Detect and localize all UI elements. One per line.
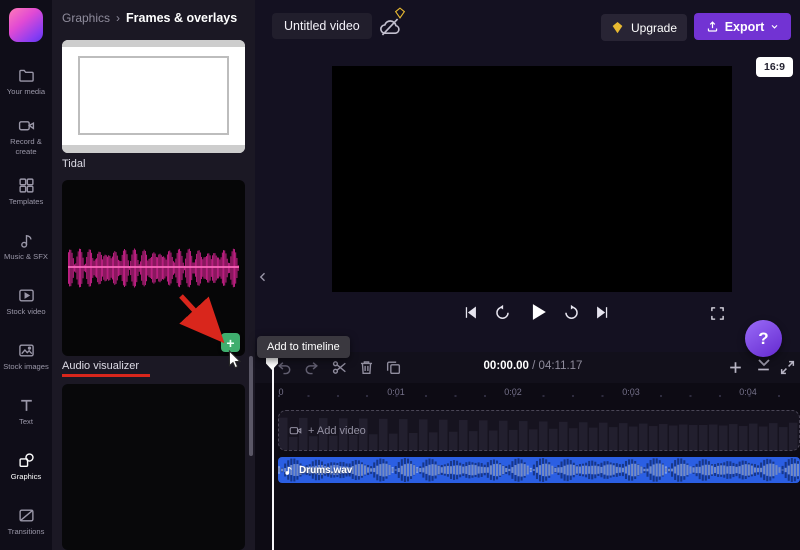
asset-card-label: Audio visualizer <box>62 360 140 372</box>
audio-clip-meta: Drums.wav <box>284 457 352 483</box>
breadcrumb-parent[interactable]: Graphics <box>62 11 110 25</box>
help-collapse-chevron[interactable] <box>756 358 772 370</box>
ruler-minor-ticks <box>278 395 790 397</box>
annotation-arrow <box>179 294 225 344</box>
diamond-icon <box>611 21 624 34</box>
project-title-input[interactable]: Untitled video <box>272 13 372 39</box>
ruler-tick: 0:02 <box>504 387 522 397</box>
skip-to-start-button[interactable] <box>462 304 479 321</box>
total-time: 04:11.17 <box>538 360 583 372</box>
sidebar-item-text[interactable]: Text <box>0 384 52 439</box>
audio-visualizer-preview <box>68 245 239 291</box>
ruler-tick: 0:03 <box>622 387 640 397</box>
audio-clip-drums[interactable]: Drums.wav <box>278 457 800 483</box>
video-preview[interactable] <box>332 66 732 292</box>
jump-forward-button[interactable] <box>563 304 580 321</box>
sidebar-item-label: Your media <box>6 86 46 96</box>
skip-to-end-button[interactable] <box>594 304 611 321</box>
sidebar-item-label: Record & create <box>10 137 42 156</box>
aspect-ratio-badge[interactable]: 16:9 <box>756 57 793 77</box>
sidebar-item-stock-video[interactable]: Stock video <box>0 274 52 329</box>
panel-scrollbar[interactable] <box>249 356 253 456</box>
play-button[interactable] <box>527 301 549 323</box>
folder-icon <box>18 67 35 84</box>
templates-grid-icon <box>18 177 35 194</box>
tooltip: Add to timeline <box>257 336 350 358</box>
add-video-text: + Add video <box>308 424 366 437</box>
playhead-line <box>272 352 274 550</box>
ruler-tick: 0:01 <box>387 387 405 397</box>
fullscreen-icon[interactable] <box>710 306 725 321</box>
timeline-timecode: 00:00.00 / 04:11.17 <box>430 360 636 372</box>
export-label: Export <box>724 19 765 34</box>
sidebar-item-record-create[interactable]: Record & create <box>0 109 52 164</box>
upgrade-button[interactable]: Upgrade <box>601 14 687 41</box>
sidebar-item-label: Stock video <box>6 306 46 316</box>
sidebar-item-stock-images[interactable]: Stock images <box>0 329 52 384</box>
add-video-label-row: + Add video <box>289 411 366 450</box>
collapse-panel-button[interactable] <box>255 262 270 292</box>
sidebar-item-label: Templates <box>8 196 44 206</box>
video-editor-app: Your media Record & create Templates Mus… <box>0 0 800 550</box>
chevron-left-icon <box>259 272 265 282</box>
jump-back-button[interactable] <box>494 304 511 321</box>
annotation-underline <box>62 374 150 377</box>
premium-diamond-icon <box>394 7 406 19</box>
app-logo[interactable] <box>9 8 43 42</box>
export-button[interactable]: Export <box>694 13 791 40</box>
sidebar-item-label: Music & SFX <box>4 251 48 261</box>
sidebar-item-transitions[interactable]: Transitions <box>0 494 52 549</box>
breadcrumb: Graphics › Frames & overlays <box>62 11 237 25</box>
current-time: 00:00.00 <box>483 360 529 372</box>
frame-preview-inner <box>78 56 229 135</box>
duplicate-button[interactable] <box>385 359 402 376</box>
sidebar-item-music-sfx[interactable]: Music & SFX <box>0 219 52 274</box>
split-scissors-button[interactable] <box>331 359 348 376</box>
music-note-icon <box>284 465 294 476</box>
sidebar-item-label: Stock images <box>3 361 49 371</box>
ruler-tick: 0:04 <box>739 387 757 397</box>
undo-button[interactable] <box>276 359 293 376</box>
sidebar-item-graphics[interactable]: Graphics <box>0 439 52 494</box>
frame-preview-strip <box>62 40 245 47</box>
stock-video-icon <box>18 287 35 304</box>
ruler-tick: 0 <box>278 387 284 397</box>
sidebar-item-label: Transitions <box>7 526 45 536</box>
stock-image-icon <box>18 342 35 359</box>
audio-waveform-highlight <box>278 458 800 482</box>
sidebar-item-your-media[interactable]: Your media <box>0 54 52 109</box>
time-separator: / <box>532 360 536 372</box>
add-video-icon <box>289 424 302 437</box>
upgrade-label: Upgrade <box>630 20 678 35</box>
video-track-placeholder[interactable]: + Add video <box>278 410 800 451</box>
asset-card-tidal[interactable] <box>62 40 245 153</box>
zoom-fit-button[interactable] <box>779 359 796 376</box>
shapes-icon <box>18 452 35 469</box>
frame-preview-strip <box>62 145 245 153</box>
camera-icon <box>18 117 35 134</box>
sidebar-item-templates[interactable]: Templates <box>0 164 52 219</box>
autosave-off-icon[interactable] <box>379 16 401 38</box>
sidebar-item-label: Graphics <box>10 471 42 481</box>
export-upload-icon <box>706 20 719 33</box>
redo-button[interactable] <box>303 359 320 376</box>
transitions-icon <box>18 507 35 524</box>
sidebar-nav: Your media Record & create Templates Mus… <box>0 54 52 549</box>
asset-card-label: Tidal <box>62 158 86 170</box>
mouse-cursor <box>227 350 243 370</box>
music-note-icon <box>18 232 35 249</box>
sidebar-item-label: Text <box>19 416 33 426</box>
breadcrumb-current: Frames & overlays <box>126 11 238 25</box>
text-icon <box>18 397 35 414</box>
help-button[interactable]: ? <box>745 320 782 357</box>
zoom-in-button[interactable] <box>727 359 744 376</box>
asset-card-next[interactable] <box>62 384 245 550</box>
delete-button[interactable] <box>358 359 375 376</box>
audio-visualizer-core-line <box>68 266 239 268</box>
breadcrumb-separator: › <box>116 11 121 25</box>
audio-clip-name: Drums.wav <box>299 464 353 476</box>
chevron-down-icon <box>770 22 779 31</box>
